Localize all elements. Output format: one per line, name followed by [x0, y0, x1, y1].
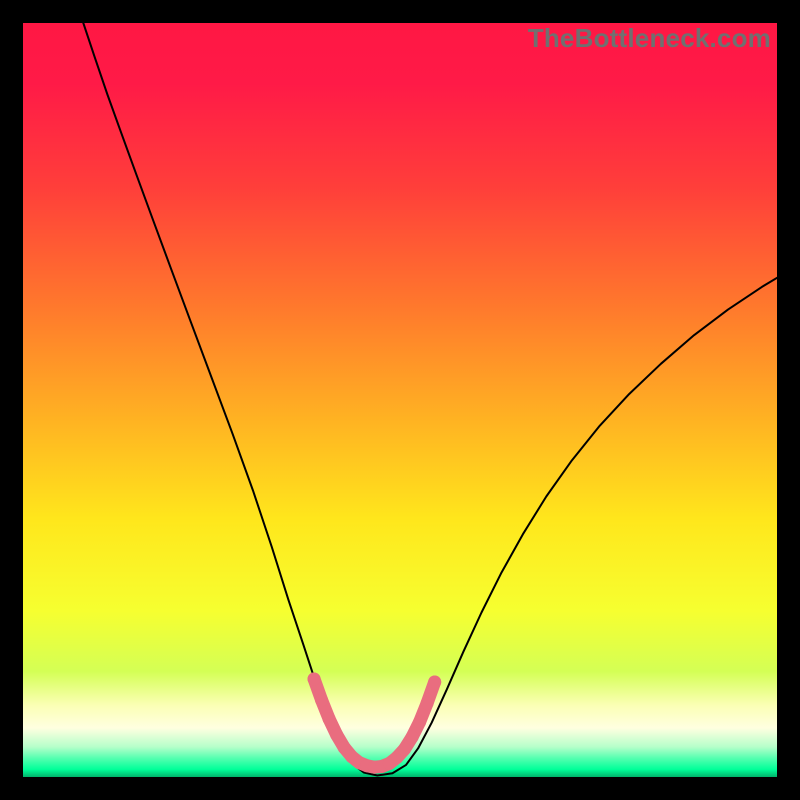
pink-valley-dot [421, 697, 434, 710]
pink-valley-dot [308, 672, 321, 685]
pink-valley-dot [398, 743, 411, 756]
pink-valley-dot [413, 715, 426, 728]
chart-svg [23, 23, 777, 777]
chart-plot-area: TheBottleneck.com [23, 23, 777, 777]
chart-background [23, 23, 777, 777]
pink-valley-dot [315, 694, 328, 707]
watermark-text: TheBottleneck.com [528, 23, 771, 54]
pink-valley-dot [406, 731, 419, 744]
chart-frame: TheBottleneck.com [20, 20, 780, 780]
pink-valley-dot [428, 675, 441, 688]
pink-valley-dot [323, 712, 336, 725]
pink-valley-dot [330, 728, 343, 741]
